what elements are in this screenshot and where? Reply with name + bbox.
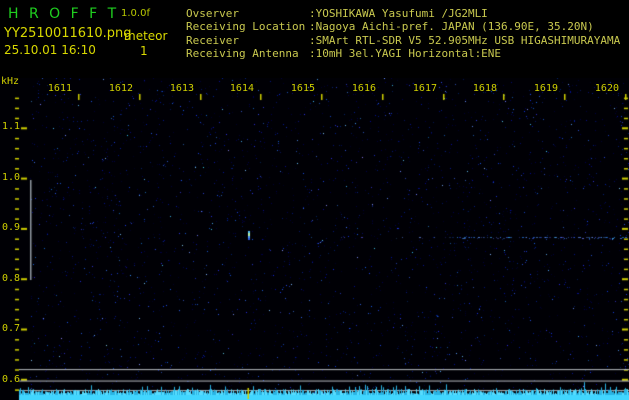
info-value: :Nagoya Aichi-pref. JAPAN (136.90E, 35.2… xyxy=(309,20,594,34)
info-label: Receiver xyxy=(186,33,239,47)
x-tick-label: 1614 xyxy=(229,83,254,94)
x-tick-label: 1612 xyxy=(108,83,133,94)
x-tick-label: 1613 xyxy=(169,83,194,94)
x-tick-label: 1616 xyxy=(351,83,376,94)
x-tick-label: 1620 xyxy=(594,83,619,94)
info-row-location: Receiving Location:Nagoya Aichi-pref. JA… xyxy=(186,20,620,33)
info-label: Receiving Antenna xyxy=(186,47,299,61)
info-label: Receiving Location xyxy=(186,20,306,34)
x-tick-label: 1619 xyxy=(533,83,558,94)
y-tick-label: 1.1 xyxy=(1,121,20,132)
page-number: 1 xyxy=(140,44,148,58)
info-row-observer: Ovserver :YOSHIKAWA Yasufumi /JG2MLI xyxy=(186,7,620,20)
y-tick-label: 0.9 xyxy=(1,222,20,233)
observer-info-block: Ovserver :YOSHIKAWA Yasufumi /JG2MLI Rece… xyxy=(186,7,620,61)
app-title: H R O F F T xyxy=(8,6,120,22)
app-version: 1.0.0f xyxy=(121,8,150,19)
y-tick-label: 0.7 xyxy=(1,323,20,334)
y-axis-unit-label: kHz xyxy=(1,76,20,87)
info-row-antenna: Receiving Antenna :10mH 3el.YAGI Horizont… xyxy=(186,47,620,60)
x-tick-label: 1615 xyxy=(290,83,315,94)
mode-label: meteor xyxy=(124,29,168,43)
x-tick-label: 1617 xyxy=(412,83,437,94)
info-value: :SMArt RTL-SDR V5 52.905MHz USB HIGASHIM… xyxy=(309,33,621,47)
y-tick-label: 0.8 xyxy=(1,273,20,284)
x-tick-label: 1618 xyxy=(472,83,497,94)
x-tick-label: 1611 xyxy=(47,83,72,94)
info-row-receiver: Receiver :SMArt RTL-SDR V5 52.905MHz USB … xyxy=(186,34,620,47)
y-tick-label: 1.0 xyxy=(1,172,20,183)
info-value: :10mH 3el.YAGI Horizontal:ENE xyxy=(309,47,502,61)
info-value: :YOSHIKAWA Yasufumi /JG2MLI xyxy=(309,7,488,20)
info-label: Ovserver xyxy=(186,7,239,20)
y-tick-label: 0.6 xyxy=(1,374,20,385)
spectrogram-canvas xyxy=(0,78,629,400)
output-filename: YY2510011610.png xyxy=(4,26,132,41)
datetime-label: 25.10.01 16:10 xyxy=(4,43,96,57)
